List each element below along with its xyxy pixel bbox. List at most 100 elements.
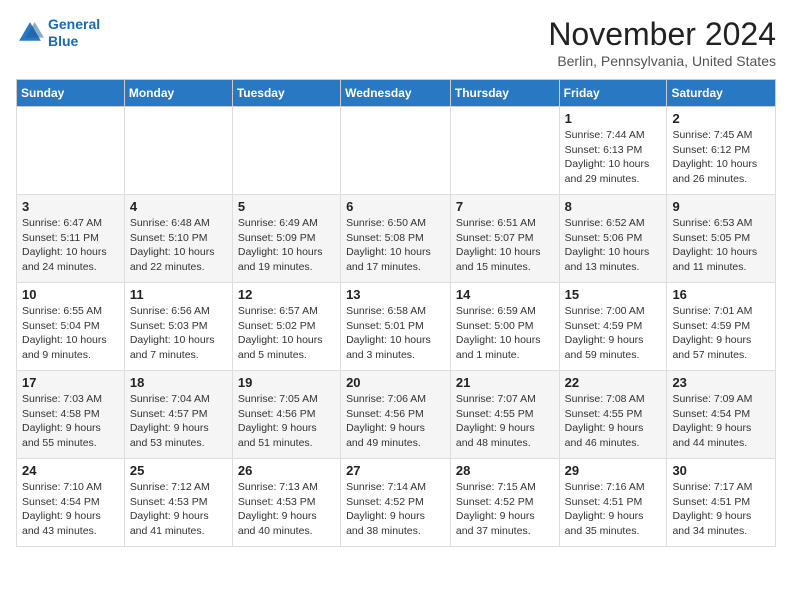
- day-cell: [341, 107, 451, 195]
- day-cell: 25 Sunrise: 7:12 AMSunset: 4:53 PMDayligh…: [124, 459, 232, 547]
- day-number: 10: [22, 287, 119, 302]
- day-cell: 10 Sunrise: 6:55 AMSunset: 5:04 PMDayligh…: [17, 283, 125, 371]
- weekday-header-row: SundayMondayTuesdayWednesdayThursdayFrid…: [17, 80, 776, 107]
- day-info: Sunrise: 7:16 AMSunset: 4:51 PMDaylight:…: [565, 480, 662, 539]
- location: Berlin, Pennsylvania, United States: [548, 53, 776, 69]
- day-cell: 28Sunrise: 7:15 AMSunset: 4:52 PMDayligh…: [450, 459, 559, 547]
- day-info: Sunrise: 6:52 AMSunset: 5:06 PMDaylight:…: [565, 216, 662, 275]
- day-cell: 22Sunrise: 7:08 AMSunset: 4:55 PMDayligh…: [559, 371, 667, 459]
- day-info: Sunrise: 7:07 AMSunset: 4:55 PMDaylight:…: [456, 392, 554, 451]
- day-info: Sunrise: 6:50 AMSunset: 5:08 PMDaylight:…: [346, 216, 445, 275]
- day-cell: 5 Sunrise: 6:49 AMSunset: 5:09 PMDaylight…: [232, 195, 340, 283]
- day-number: 14: [456, 287, 554, 302]
- day-info: Sunrise: 7:15 AMSunset: 4:52 PMDaylight:…: [456, 480, 554, 539]
- day-number: 11: [130, 287, 227, 302]
- day-number: 23: [672, 375, 770, 390]
- day-cell: 14 Sunrise: 6:59 AMSunset: 5:00 PMDayligh…: [450, 283, 559, 371]
- day-cell: [232, 107, 340, 195]
- logo-icon: [16, 19, 44, 47]
- title-section: November 2024 Berlin, Pennsylvania, Unit…: [548, 16, 776, 69]
- day-info: Sunrise: 7:13 AMSunset: 4:53 PMDaylight:…: [238, 480, 335, 539]
- day-number: 29: [565, 463, 662, 478]
- day-info: Sunrise: 6:51 AMSunset: 5:07 PMDaylight:…: [456, 216, 554, 275]
- day-cell: [17, 107, 125, 195]
- logo-line2: Blue: [48, 33, 100, 50]
- month-title: November 2024: [548, 16, 776, 53]
- day-number: 8: [565, 199, 662, 214]
- day-info: Sunrise: 7:44 AMSunset: 6:13 PMDaylight:…: [565, 128, 662, 187]
- week-row-2: 10 Sunrise: 6:55 AMSunset: 5:04 PMDayligh…: [17, 283, 776, 371]
- day-cell: 19Sunrise: 7:05 AMSunset: 4:56 PMDayligh…: [232, 371, 340, 459]
- day-cell: 7 Sunrise: 6:51 AMSunset: 5:07 PMDaylight…: [450, 195, 559, 283]
- day-cell: 4 Sunrise: 6:48 AMSunset: 5:10 PMDaylight…: [124, 195, 232, 283]
- day-cell: 24Sunrise: 7:10 AMSunset: 4:54 PMDayligh…: [17, 459, 125, 547]
- day-cell: 21 Sunrise: 7:07 AMSunset: 4:55 PMDayligh…: [450, 371, 559, 459]
- day-info: Sunrise: 6:49 AMSunset: 5:09 PMDaylight:…: [238, 216, 335, 275]
- day-number: 12: [238, 287, 335, 302]
- day-number: 7: [456, 199, 554, 214]
- weekday-header-sunday: Sunday: [17, 80, 125, 107]
- day-number: 9: [672, 199, 770, 214]
- day-number: 26: [238, 463, 335, 478]
- day-cell: 17 Sunrise: 7:03 AMSunset: 4:58 PMDayligh…: [17, 371, 125, 459]
- day-info: Sunrise: 6:47 AMSunset: 5:11 PMDaylight:…: [22, 216, 119, 275]
- day-info: Sunrise: 7:05 AMSunset: 4:56 PMDaylight:…: [238, 392, 335, 451]
- day-info: Sunrise: 6:48 AMSunset: 5:10 PMDaylight:…: [130, 216, 227, 275]
- logo: General Blue: [16, 16, 100, 50]
- day-cell: 13Sunrise: 6:58 AMSunset: 5:01 PMDayligh…: [341, 283, 451, 371]
- day-cell: 26 Sunrise: 7:13 AMSunset: 4:53 PMDayligh…: [232, 459, 340, 547]
- calendar: SundayMondayTuesdayWednesdayThursdayFrid…: [16, 79, 776, 547]
- day-number: 13: [346, 287, 445, 302]
- day-number: 16: [672, 287, 770, 302]
- day-info: Sunrise: 6:57 AMSunset: 5:02 PMDaylight:…: [238, 304, 335, 363]
- day-number: 18: [130, 375, 227, 390]
- day-cell: 12 Sunrise: 6:57 AMSunset: 5:02 PMDayligh…: [232, 283, 340, 371]
- weekday-header-monday: Monday: [124, 80, 232, 107]
- day-cell: 20 Sunrise: 7:06 AMSunset: 4:56 PMDayligh…: [341, 371, 451, 459]
- day-number: 5: [238, 199, 335, 214]
- day-info: Sunrise: 7:17 AMSunset: 4:51 PMDaylight:…: [672, 480, 770, 539]
- week-row-1: 3Sunrise: 6:47 AMSunset: 5:11 PMDaylight…: [17, 195, 776, 283]
- page-header: General Blue November 2024 Berlin, Penns…: [16, 16, 776, 69]
- week-row-0: 1 Sunrise: 7:44 AMSunset: 6:13 PMDaylight…: [17, 107, 776, 195]
- day-number: 4: [130, 199, 227, 214]
- day-info: Sunrise: 6:59 AMSunset: 5:00 PMDaylight:…: [456, 304, 554, 363]
- day-info: Sunrise: 7:04 AMSunset: 4:57 PMDaylight:…: [130, 392, 227, 451]
- day-number: 17: [22, 375, 119, 390]
- day-info: Sunrise: 7:09 AMSunset: 4:54 PMDaylight:…: [672, 392, 770, 451]
- day-info: Sunrise: 6:55 AMSunset: 5:04 PMDaylight:…: [22, 304, 119, 363]
- day-cell: 2Sunrise: 7:45 AMSunset: 6:12 PMDaylight…: [667, 107, 776, 195]
- day-cell: 18 Sunrise: 7:04 AMSunset: 4:57 PMDayligh…: [124, 371, 232, 459]
- day-number: 27: [346, 463, 445, 478]
- week-row-4: 24Sunrise: 7:10 AMSunset: 4:54 PMDayligh…: [17, 459, 776, 547]
- day-number: 6: [346, 199, 445, 214]
- day-cell: 15 Sunrise: 7:00 AMSunset: 4:59 PMDayligh…: [559, 283, 667, 371]
- day-number: 15: [565, 287, 662, 302]
- day-number: 25: [130, 463, 227, 478]
- day-info: Sunrise: 7:03 AMSunset: 4:58 PMDaylight:…: [22, 392, 119, 451]
- day-number: 1: [565, 111, 662, 126]
- day-info: Sunrise: 6:56 AMSunset: 5:03 PMDaylight:…: [130, 304, 227, 363]
- logo-text: General Blue: [48, 16, 100, 50]
- day-cell: 27 Sunrise: 7:14 AMSunset: 4:52 PMDayligh…: [341, 459, 451, 547]
- day-info: Sunrise: 7:01 AMSunset: 4:59 PMDaylight:…: [672, 304, 770, 363]
- day-cell: 9Sunrise: 6:53 AMSunset: 5:05 PMDaylight…: [667, 195, 776, 283]
- day-cell: 16 Sunrise: 7:01 AMSunset: 4:59 PMDayligh…: [667, 283, 776, 371]
- day-number: 22: [565, 375, 662, 390]
- weekday-header-thursday: Thursday: [450, 80, 559, 107]
- day-cell: [450, 107, 559, 195]
- day-info: Sunrise: 7:10 AMSunset: 4:54 PMDaylight:…: [22, 480, 119, 539]
- day-cell: [124, 107, 232, 195]
- day-cell: 11 Sunrise: 6:56 AMSunset: 5:03 PMDayligh…: [124, 283, 232, 371]
- day-number: 2: [672, 111, 770, 126]
- day-info: Sunrise: 7:00 AMSunset: 4:59 PMDaylight:…: [565, 304, 662, 363]
- day-info: Sunrise: 7:14 AMSunset: 4:52 PMDaylight:…: [346, 480, 445, 539]
- day-info: Sunrise: 7:06 AMSunset: 4:56 PMDaylight:…: [346, 392, 445, 451]
- weekday-header-friday: Friday: [559, 80, 667, 107]
- day-number: 21: [456, 375, 554, 390]
- day-number: 20: [346, 375, 445, 390]
- weekday-header-wednesday: Wednesday: [341, 80, 451, 107]
- weekday-header-saturday: Saturday: [667, 80, 776, 107]
- day-info: Sunrise: 7:12 AMSunset: 4:53 PMDaylight:…: [130, 480, 227, 539]
- logo-line1: General: [48, 16, 100, 33]
